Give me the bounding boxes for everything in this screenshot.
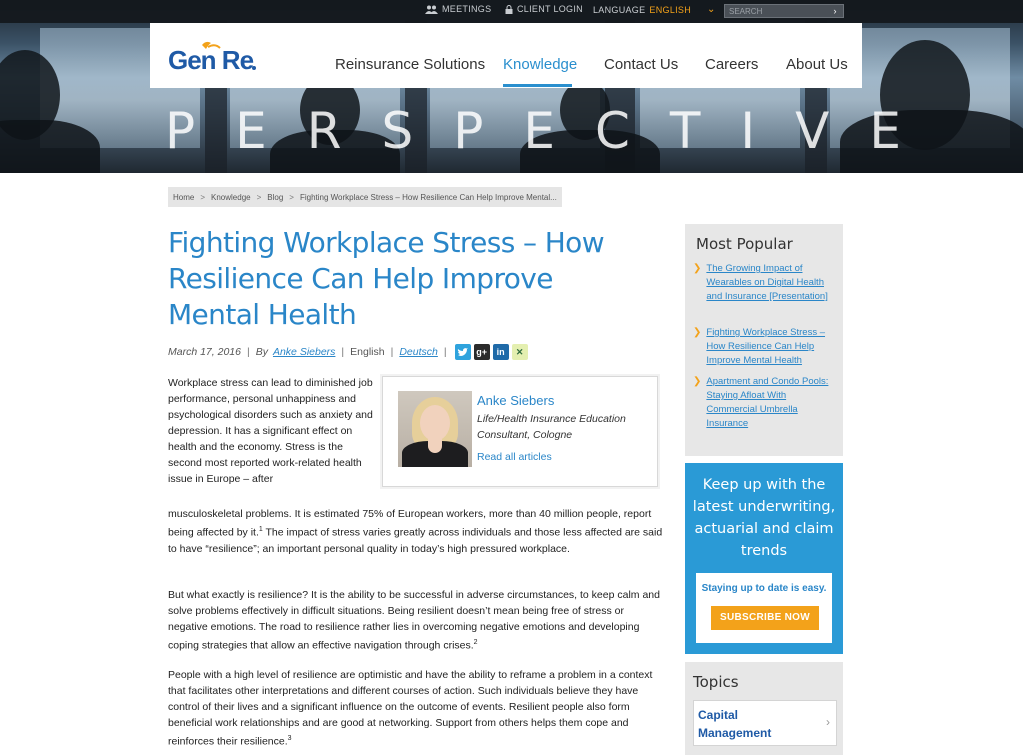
breadcrumb-separator: > [289,192,294,202]
meetings-label: MEETINGS [442,4,492,14]
breadcrumb: Home > Knowledge > Blog > Fighting Workp… [168,187,562,207]
article-date: March 17, 2016 [168,346,241,358]
meta-divider: | [390,346,394,358]
meetings-link[interactable]: MEETINGS [425,4,491,14]
nav-about-us[interactable]: About Us [786,56,848,73]
search-input[interactable] [725,6,825,16]
utility-bar: MEETINGS CLIENT LOGIN LANGUAGE ENGLISH ⌄… [0,0,1023,23]
subscribe-box: Staying up to date is easy. SUBSCRIBE NO… [696,573,832,643]
footnote-2[interactable]: 2 [474,639,478,646]
popular-link-1[interactable]: The Growing Impact of Wearables on Digit… [706,262,835,304]
main-nav-box: Gen Re Reinsurance Solutions Knowledge C… [150,23,862,88]
meta-divider: | [246,346,250,358]
flame-icon: ❯ [693,327,702,338]
chevron-right-icon: › [826,715,830,729]
client-login-link[interactable]: CLIENT LOGIN [505,4,583,14]
active-nav-indicator [503,84,572,87]
language-selector[interactable]: LANGUAGE ENGLISH ⌄ [593,4,716,15]
nav-contact-us[interactable]: Contact Us [604,56,678,73]
article-paragraph-3: People with a high level of resilience a… [168,667,663,750]
nav-knowledge[interactable]: Knowledge [503,56,577,73]
logo-mark: Gen Re [168,41,256,75]
meta-divider: | [443,346,447,358]
nav-careers[interactable]: Careers [705,56,758,73]
footnote-3[interactable]: 3 [288,735,292,742]
twitter-icon[interactable] [454,344,471,360]
popular-link-3[interactable]: Apartment and Condo Pools: Staying Afloa… [706,375,835,431]
topics-title: Topics [693,673,739,691]
alt-language-link[interactable]: Deutsch [399,346,438,358]
xing-icon[interactable]: ✕ [511,344,528,360]
author-role: Life/Health Insurance Education Consulta… [477,413,626,441]
article-paragraph-1a: Workplace stress can lead to diminished … [168,377,373,485]
google-plus-icon[interactable]: g+ [473,344,490,360]
svg-text:Gen Re: Gen Re [168,45,254,75]
author-card: Anke Siebers Life/Health Insurance Educa… [382,376,658,487]
topic-label: Capital Management [698,708,772,740]
chevron-down-icon: ⌄ [707,4,716,15]
share-icons: g+ in ✕ [454,344,528,360]
perspective-banner-text: PERSPECTIVE [165,102,941,160]
article-paragraph-2: But what exactly is resilience? It is th… [168,587,663,654]
lock-icon [505,4,513,14]
popular-item: ❯ Apartment and Condo Pools: Staying Afl… [693,375,835,431]
most-popular-title: Most Popular [696,235,793,253]
linkedin-icon[interactable]: in [492,344,509,360]
topics-panel: Topics Capital Management › [685,662,843,755]
breadcrumb-knowledge[interactable]: Knowledge [211,193,251,202]
author-photo [398,391,472,467]
article-language: English [350,346,385,358]
article-meta: March 17, 2016 | By Anke Siebers | Engli… [168,344,528,360]
p2-text: But what exactly is resilience? It is th… [168,589,660,652]
subscribe-panel: Keep up with the latest underwriting, ac… [685,463,843,654]
language-value: ENGLISH [649,4,692,15]
popular-item: ❯ The Growing Impact of Wearables on Dig… [693,262,835,304]
topic-item[interactable]: Capital Management › [693,700,837,746]
flame-icon: ❯ [693,376,702,387]
breadcrumb-home[interactable]: Home [173,193,194,202]
popular-link-2[interactable]: Fighting Workplace Stress – How Resilien… [706,326,835,368]
flame-icon: ❯ [693,263,702,274]
article-paragraph-1b: musculoskeletal problems. It is estimate… [168,506,663,557]
author-link[interactable]: Anke Siebers [273,346,335,358]
search-box: › [724,4,844,18]
popular-item: ❯ Fighting Workplace Stress – How Resili… [693,326,835,368]
breadcrumb-current: Fighting Workplace Stress – How Resilien… [299,192,557,202]
subscribe-headline: Keep up with the latest underwriting, ac… [692,477,836,559]
meta-divider: | [341,346,345,358]
nav-reinsurance-solutions[interactable]: Reinsurance Solutions [335,56,485,73]
gen-re-logo[interactable]: Gen Re [168,39,258,75]
subscribe-tagline: Staying up to date is easy. [701,583,827,594]
people-icon [425,5,438,14]
article-title: Fighting Workplace Stress – How Resilien… [168,226,605,331]
breadcrumb-blog[interactable]: Blog [267,193,283,202]
p3-text: People with a high level of resilience a… [168,669,653,748]
most-popular-panel: Most Popular ❯ The Growing Impact of Wea… [685,224,843,456]
author-name[interactable]: Anke Siebers [477,393,554,408]
article-by: By [255,346,268,358]
search-arrow-icon[interactable]: › [829,5,841,17]
subscribe-now-button[interactable]: SUBSCRIBE NOW [711,606,819,630]
breadcrumb-separator: > [256,192,262,202]
breadcrumb-separator: > [200,192,206,202]
language-label: LANGUAGE [593,4,646,15]
read-all-articles-link[interactable]: Read all articles [477,451,552,463]
client-login-label: CLIENT LOGIN [517,4,583,14]
